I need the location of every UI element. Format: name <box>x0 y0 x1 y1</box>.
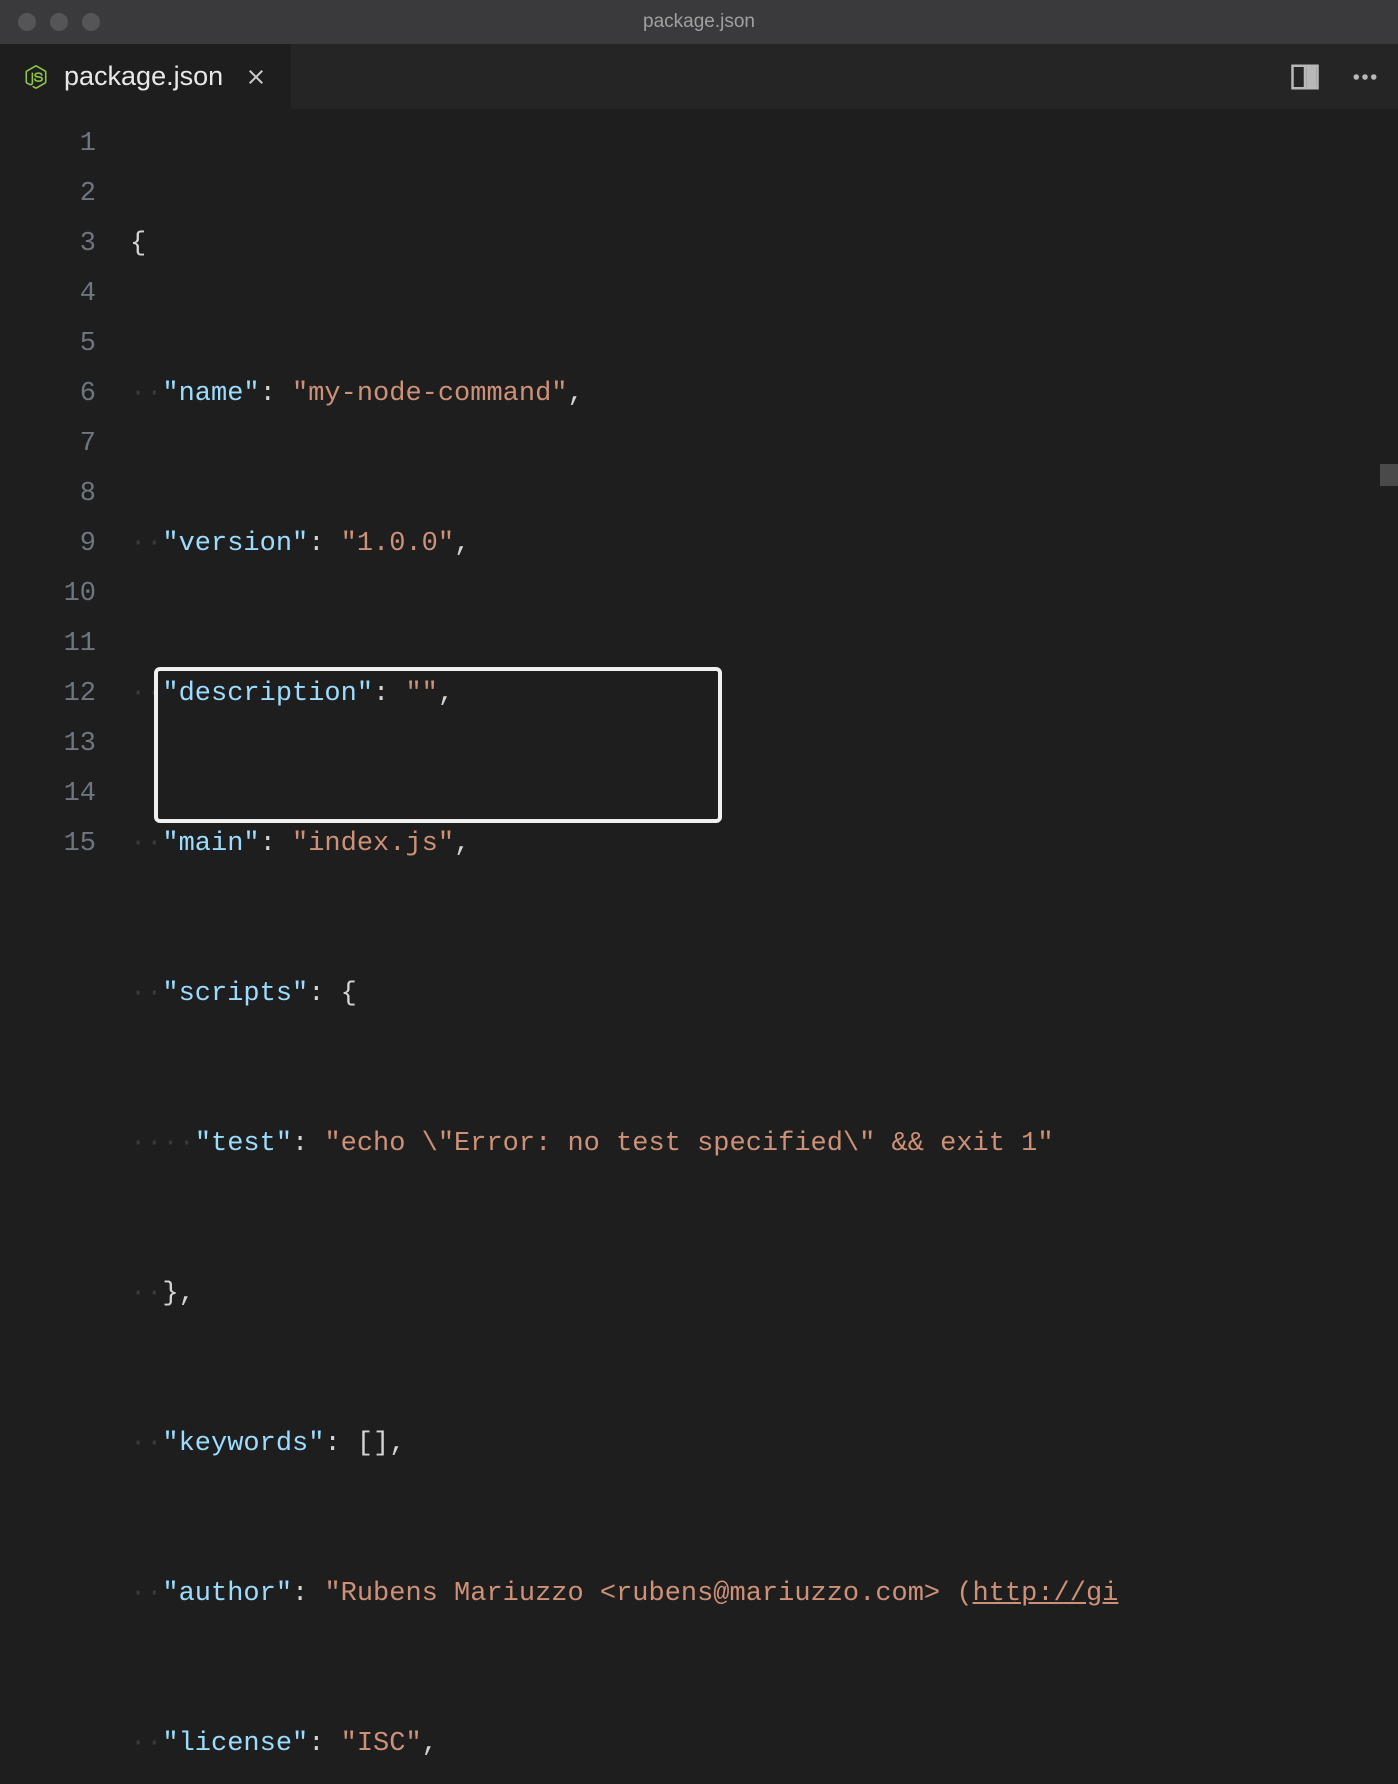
tab-filename: package.json <box>64 61 223 92</box>
line-number: 5 <box>0 319 96 369</box>
traffic-lights <box>18 13 100 31</box>
line-number: 11 <box>0 619 96 669</box>
code-line[interactable]: ··"description": "", <box>130 669 1398 719</box>
close-tab-icon[interactable] <box>243 64 269 90</box>
line-number: 3 <box>0 219 96 269</box>
minimize-window-icon[interactable] <box>50 13 68 31</box>
maximize-window-icon[interactable] <box>82 13 100 31</box>
author-url-link[interactable]: http://gi <box>973 1579 1119 1609</box>
window-title: package.json <box>643 11 755 33</box>
line-number: 8 <box>0 469 96 519</box>
line-number: 13 <box>0 719 96 769</box>
line-number: 7 <box>0 419 96 469</box>
code-line[interactable]: ··"author": "Rubens Mariuzzo <rubens@mar… <box>130 1569 1398 1619</box>
code-line[interactable]: ····"test": "echo \"Error: no test speci… <box>130 1119 1398 1169</box>
code-line[interactable]: ··"version": "1.0.0", <box>130 519 1398 569</box>
code-editor[interactable]: 1 2 3 4 5 6 7 8 9 10 11 12 13 14 15 { ··… <box>0 119 1398 1784</box>
code-line[interactable]: ··"name": "my-node-command", <box>130 369 1398 419</box>
line-number: 10 <box>0 569 96 619</box>
nodejs-icon <box>22 63 50 91</box>
tab-actions <box>1290 44 1380 109</box>
line-number: 15 <box>0 819 96 869</box>
line-number: 14 <box>0 769 96 819</box>
code-line[interactable]: ··"scripts": { <box>130 969 1398 1019</box>
line-number: 6 <box>0 369 96 419</box>
line-number: 1 <box>0 119 96 169</box>
code-line[interactable]: { <box>130 219 1398 269</box>
code-line[interactable]: ··"main": "index.js", <box>130 819 1398 869</box>
title-bar: package.json <box>0 0 1398 44</box>
scroll-indicator[interactable] <box>1380 464 1398 486</box>
code-area[interactable]: { ··"name": "my-node-command", ··"versio… <box>130 119 1398 1784</box>
line-number: 12 <box>0 669 96 719</box>
code-line[interactable]: ··"license": "ISC", <box>130 1719 1398 1769</box>
more-actions-icon[interactable] <box>1350 62 1380 92</box>
close-window-icon[interactable] <box>18 13 36 31</box>
code-line[interactable]: ··"keywords": [], <box>130 1419 1398 1469</box>
line-number: 4 <box>0 269 96 319</box>
line-number: 2 <box>0 169 96 219</box>
code-line[interactable]: ··}, <box>130 1269 1398 1319</box>
tab-package-json[interactable]: package.json <box>0 44 291 109</box>
line-number-gutter: 1 2 3 4 5 6 7 8 9 10 11 12 13 14 15 <box>0 119 130 1784</box>
tab-bar: package.json <box>0 44 1398 109</box>
line-number: 9 <box>0 519 96 569</box>
split-editor-icon[interactable] <box>1290 62 1320 92</box>
